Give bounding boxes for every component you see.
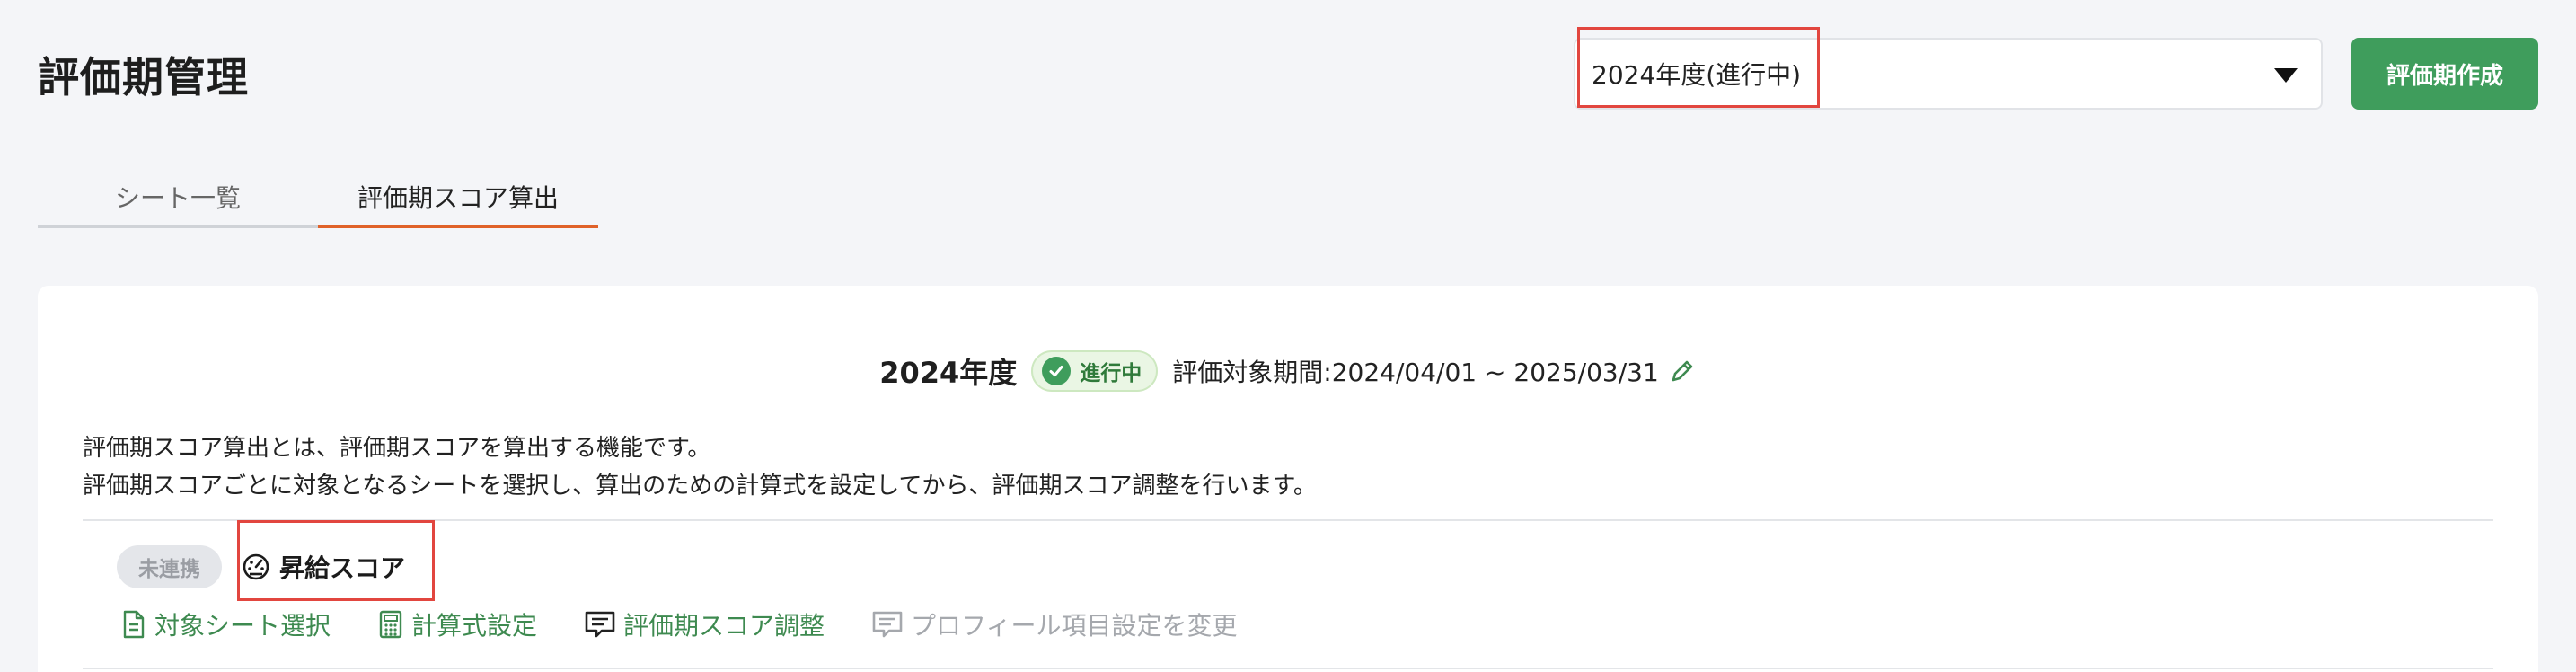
calculator-icon [377,609,404,640]
tab-score-calculation[interactable]: 評価期スコア算出 [318,169,598,228]
tab-sheet-list[interactable]: シート一覧 [38,169,318,228]
status-badge: 進行中 [1031,350,1159,392]
year-row: 2024年度 進行中 評価対象期間:2024/04/01 ~ 2025/03/3… [38,349,2538,393]
change-profile-settings-link: プロフィール項目設定を変更 [871,606,1238,642]
description-line: 評価期スコア算出とは、評価期スコアを算出する機能です。 [83,435,711,462]
score-title-label: 昇給スコア [279,553,406,583]
comment-icon [584,609,616,640]
score-adjustment-link[interactable]: 評価期スコア調整 [584,606,825,642]
score-title: 昇給スコア [242,549,405,585]
evaluation-period: 評価対象期間:2024/04/01 ~ 2025/03/31 [1172,358,1659,387]
comment-icon [871,609,904,640]
year-label: 2024年度 [879,356,1018,390]
gauge-icon [242,553,270,581]
pencil-icon[interactable] [1668,357,1697,385]
caret-down-icon [2274,68,2298,83]
action-label: 対象シート選択 [154,611,331,641]
unlinked-badge: 未連携 [117,545,222,588]
description: 評価期スコア算出とは、評価期スコアを算出する機能です。 評価期スコアごとに対象と… [83,429,1317,505]
tab-bar: シート一覧 評価期スコア算出 [38,169,598,228]
divider [83,668,2493,669]
action-label: 計算式設定 [411,611,538,641]
create-period-button[interactable]: 評価期作成 [2351,38,2538,110]
description-line: 評価期スコアごとに対象となるシートを選択し、算出のための計算式を設定してから、評… [83,473,1317,500]
document-icon [120,609,147,640]
select-target-sheets-link[interactable]: 対象シート選択 [120,606,331,642]
page-title: 評価期管理 [38,53,249,102]
check-icon [1042,357,1072,385]
status-label: 進行中 [1080,362,1142,385]
action-label: プロフィール項目設定を変更 [911,611,1238,641]
score-actions: 対象シート選択 計算式設定 評価期スコア調整 プロフィール項目設定を変更 [120,605,1284,644]
divider [83,519,2493,521]
period-select[interactable]: 2024年度(進行中) [1574,38,2323,110]
formula-settings-link[interactable]: 計算式設定 [377,606,537,642]
score-card: 2024年度 進行中 評価対象期間:2024/04/01 ~ 2025/03/3… [38,286,2538,672]
score-row: 未連携 昇給スコア [117,542,405,592]
page: 評価期管理 2024年度(進行中) 評価期作成 シート一覧 評価期スコア算出 2… [0,0,2576,672]
period-select-value: 2024年度(進行中) [1592,60,1802,90]
action-label: 評価期スコア調整 [623,611,825,641]
